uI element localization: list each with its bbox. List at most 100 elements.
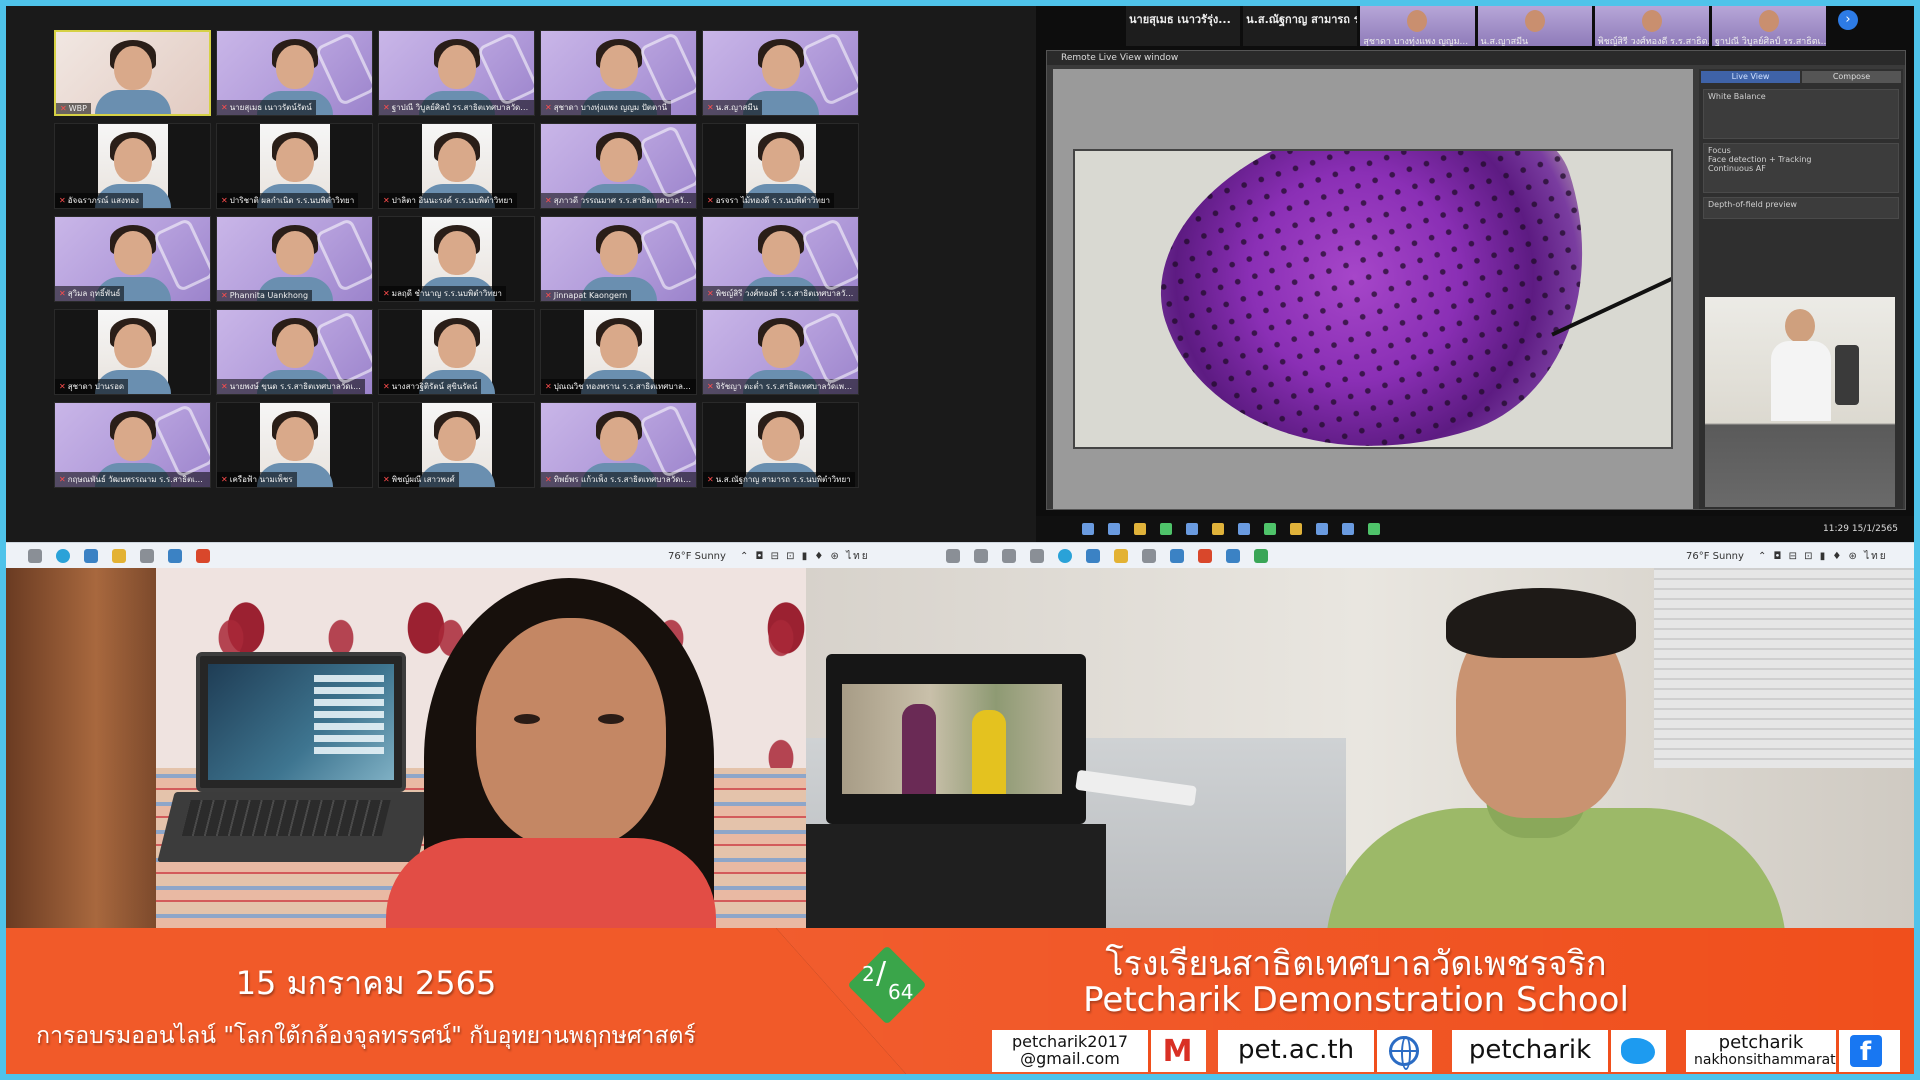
section-label: Depth-of-field preview xyxy=(1708,200,1797,209)
strip-participant[interactable]: นายสุเมธ เนาวรัรุ่ง... xyxy=(1126,6,1241,46)
participant-tile[interactable]: ✕ มลฤดี ชำนาญ ร.ร.นบพิตำวิทยา xyxy=(378,216,535,302)
weather-widget[interactable]: 76°F Sunny xyxy=(668,551,726,562)
participant-tile[interactable]: ✕ ปาริชาติ ผลกำเนิด ร.ร.นบพิตำวิทยา xyxy=(216,123,373,209)
muted-mic-icon: ✕ xyxy=(545,103,552,112)
participant-name-text: ทิพย์พร แก้วเพ็ง ร.ร.สาธิตเทศบาลวัดเพ... xyxy=(553,475,696,484)
participant-tile[interactable]: ✕ นางสาวฐิติรัตน์ สุขินรัตน์ xyxy=(378,309,535,395)
participant-tile[interactable]: ✕ อรจรา ไม้ทองดี ร.ร.นบพิตำวิทยา xyxy=(702,123,859,209)
participant-face xyxy=(599,138,638,182)
participant-tile[interactable]: ✕ เครือฟ้า นามเพ็ชร xyxy=(216,402,373,488)
participant-tile[interactable]: ✕ ปาลิตา อินนะรงค์ ร.ร.นบพิตำวิทยา xyxy=(378,123,535,209)
email-text: petcharik2017 @gmail.com xyxy=(992,1033,1148,1068)
presenter-webcam xyxy=(1705,297,1895,507)
folder-icon[interactable] xyxy=(112,549,126,563)
participant-name: ✕ น.ส.ณัฐกาญ สามารถ ร.ร.นบพิตำวิทยา xyxy=(703,472,855,487)
participant-tile[interactable]: ✕ จิรัชญา ตะต่ำ ร.ร.สาธิตเทศบาลวัดเพชร... xyxy=(702,309,859,395)
edge-icon[interactable] xyxy=(56,549,70,563)
participant-tile[interactable]: ✕ พิชญ์สิรี วงศ์ทองดี ร.ร.สาธิตเทศบาลวัดเ… xyxy=(702,216,859,302)
participant-face xyxy=(599,231,638,275)
website-contact[interactable]: pet.ac.th xyxy=(1218,1030,1432,1072)
laptop xyxy=(826,654,1086,824)
settings-icon[interactable] xyxy=(1142,549,1156,563)
participant-tile[interactable]: ✕ WBP xyxy=(54,30,211,116)
zoom-icon[interactable] xyxy=(168,549,182,563)
windows-start-icon[interactable] xyxy=(946,549,960,563)
taskbar-app-icon[interactable] xyxy=(1342,523,1354,535)
office-icon[interactable] xyxy=(1198,549,1212,563)
taskbar-app-icon[interactable] xyxy=(1134,523,1146,535)
search-icon[interactable] xyxy=(974,549,988,563)
focus-mode[interactable]: Face detection + Tracking xyxy=(1708,155,1812,164)
system-tray[interactable]: ⌃ ◘ ⊟ ⊡ ▮ ♦ ⊛ ไทย xyxy=(740,549,870,564)
taskbar-app-icon[interactable] xyxy=(1160,523,1172,535)
participant-tile[interactable]: ✕ ทิพย์พร แก้วเพ็ง ร.ร.สาธิตเทศบาลวัดเพ..… xyxy=(540,402,697,488)
strip-participant[interactable]: ฐาปณี วิบูลย์ศิลป์ รร.สาธิตเ... xyxy=(1711,6,1827,46)
zoom-icon[interactable] xyxy=(1170,549,1184,563)
frame: ✕ WBP ✕ นายสุเมธ เนาวรัตน์รัตน์ ✕ ฐาปณี วิบูล… xyxy=(6,6,1914,1074)
participant-tile[interactable]: ✕ น.ส.ณัฐกาญ สามารถ ร.ร.นบพิตำวิทยา xyxy=(702,402,859,488)
af-checkbox[interactable]: Continuous AF xyxy=(1708,164,1766,173)
weather-widget[interactable]: 76°F Sunny xyxy=(1686,551,1744,562)
participant-tile[interactable]: ✕ ปุณณวิช ทองพราน ร.ร.สาธิตเทศบาลวัด... xyxy=(540,309,697,395)
participant-tile[interactable]: ✕ สุชาดา ปานรอด xyxy=(54,309,211,395)
edge-icon[interactable] xyxy=(1058,549,1072,563)
taskbar-app-icon[interactable] xyxy=(1264,523,1276,535)
muted-mic-icon: ✕ xyxy=(59,196,66,205)
taskbar-app-icon[interactable] xyxy=(1082,523,1094,535)
taskbar-left xyxy=(28,543,210,569)
twitter-contact[interactable]: petcharik xyxy=(1452,1030,1666,1072)
participant-tile[interactable]: ✕ กฤษณพันธ์ วัฒนพรรณาม ร.ร.สาธิตเทศ... xyxy=(54,402,211,488)
word-icon[interactable] xyxy=(1226,549,1240,563)
next-arrow-icon[interactable]: › xyxy=(1838,10,1858,30)
taskbar-app-icon[interactable] xyxy=(1108,523,1120,535)
participant-tile[interactable]: ✕ สุวิมล ฤทธิ์พันธ์ xyxy=(54,216,211,302)
office-icon[interactable] xyxy=(196,549,210,563)
task-view-icon[interactable] xyxy=(28,549,42,563)
mail-icon[interactable] xyxy=(84,549,98,563)
facebook-contact[interactable]: petcharik nakhonsithammarat f xyxy=(1686,1030,1900,1072)
muted-mic-icon: ✕ xyxy=(221,475,228,484)
participant-tile[interactable]: ✕ ฐาปณี วิบูลย์ศิลป์ รร.สาธิตเทศบาลวัดเพ.… xyxy=(378,30,535,116)
taskbar-app-icon[interactable] xyxy=(1238,523,1250,535)
participant-tile[interactable]: ✕ สุชาดา บางทุ่งแพง ญญม ปัตตานี xyxy=(540,30,697,116)
taskbar-app-icon[interactable] xyxy=(1290,523,1302,535)
taskbar-app-icon[interactable] xyxy=(1212,523,1224,535)
cortana-icon[interactable] xyxy=(1002,549,1016,563)
participant-tile[interactable]: ✕ พิชญ์ผณี เสาวพงศ์ xyxy=(378,402,535,488)
participant-face xyxy=(761,231,800,275)
participant-tile[interactable]: ✕ Jinnapat Kaongern xyxy=(540,216,697,302)
strip-participant[interactable]: น.ส.ณัฐกาญ สามารถ ร.ร... xyxy=(1243,6,1358,46)
participant-tile[interactable]: ✕ สุภาวดี วรรณมาศ ร.ร.สาธิตเทศบาลวัดเ... xyxy=(540,123,697,209)
school-name-english: Petcharik Demonstration School xyxy=(1083,980,1629,1020)
student-webcam xyxy=(6,568,806,928)
participant-name-text: ปาริชาติ ผลกำเนิด ร.ร.นบพิตำวิทยา xyxy=(229,196,355,205)
tab-compose[interactable]: Compose xyxy=(1802,71,1901,83)
participant-name: ✕ มลฤดี ชำนาญ ร.ร.นบพิตำวิทยา xyxy=(379,286,506,301)
facebook-text: petcharik nakhonsithammarat xyxy=(1686,1033,1836,1068)
participant-face xyxy=(275,231,314,275)
participant-tile[interactable]: ✕ Phannita Uankhong xyxy=(216,216,373,302)
participant-tile[interactable]: ✕ นายพงษ์ ขุนด ร.ร.สาธิตเทศบาลวัดเ... xyxy=(216,309,373,395)
tab-live-view[interactable]: Live View xyxy=(1701,71,1800,83)
participant-tile[interactable]: ✕ อัจฉราภรณ์ แสงทอง xyxy=(54,123,211,209)
participant-face xyxy=(437,324,476,368)
participant-name: ✕ ฐาปณี วิบูลย์ศิลป์ รร.สาธิตเทศบาลวัดเพ.… xyxy=(379,100,534,115)
folder-icon[interactable] xyxy=(1114,549,1128,563)
mail-icon[interactable] xyxy=(1086,549,1100,563)
muted-mic-icon: ✕ xyxy=(221,291,228,300)
taskbar-app-icon[interactable] xyxy=(1368,523,1380,535)
muted-mic-icon: ✕ xyxy=(545,291,552,300)
taskbar-app-icon[interactable] xyxy=(1316,523,1328,535)
participant-tile[interactable]: ✕ นายสุเมธ เนาวรัตน์รัตน์ xyxy=(216,30,373,116)
participant-tile[interactable]: ✕ น.ส.ญาสมีน xyxy=(702,30,859,116)
task-view-icon[interactable] xyxy=(1030,549,1044,563)
email-contact[interactable]: petcharik2017 @gmail.com M xyxy=(992,1030,1206,1072)
taskbar-app-icon[interactable] xyxy=(1186,523,1198,535)
teacher-hair xyxy=(1446,588,1636,658)
settings-icon[interactable] xyxy=(140,549,154,563)
strip-participant[interactable]: สุชาดา บางทุ่งแพง ญญม... xyxy=(1360,6,1475,46)
chrome-icon[interactable] xyxy=(1254,549,1268,563)
strip-participant[interactable]: พิชญ์สิรี วงศ์ทองดี ร.ร.สาธิต... xyxy=(1594,6,1709,46)
system-tray[interactable]: ⌃ ◘ ⊟ ⊡ ▮ ♦ ⊛ ไทย xyxy=(1758,549,1888,564)
strip-participant[interactable]: น.ส.ญาสมีน xyxy=(1477,6,1592,46)
